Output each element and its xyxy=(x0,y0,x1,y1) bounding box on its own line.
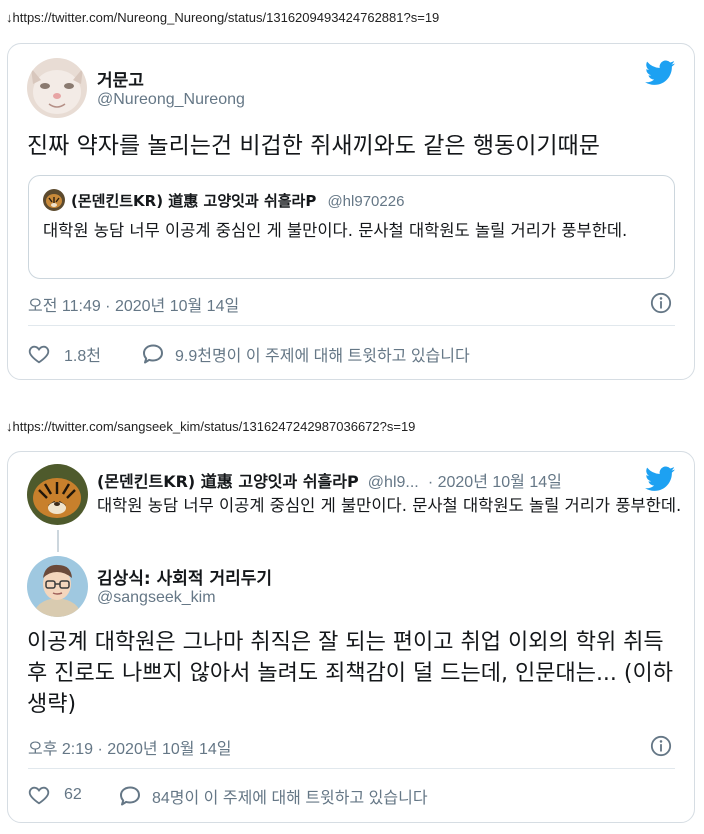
parent-text: 대학원 농담 너무 이공계 중심인 게 불만이다. 문사철 대학원도 놀릴 거리… xyxy=(97,496,682,515)
quoted-avatar xyxy=(43,189,65,211)
heart-icon xyxy=(28,786,50,805)
tweet2-avatar[interactable] xyxy=(27,556,88,617)
speech-bubble-icon xyxy=(143,344,163,364)
tweet2-url[interactable]: ↓https://twitter.com/sangseek_kim/status… xyxy=(6,419,415,434)
tweet2-card[interactable]: (몬덴킨트KR) 道惠 고양잇과 쉬흘라P @hl9... · 2020년 10… xyxy=(7,451,695,823)
parent-avatar[interactable] xyxy=(27,464,88,525)
twitter-bird-icon[interactable] xyxy=(645,60,675,86)
tweet2-divider xyxy=(28,768,675,769)
tweet2-text: 이공계 대학원은 그나마 취직은 잘 되는 편이고 취업 이외의 학위 취득후 … xyxy=(27,630,673,717)
tweet2-conversation-text: 84명이 이 주제에 대해 트윗하고 있습니다 xyxy=(152,790,428,807)
tweet2-like-button[interactable]: 62 xyxy=(28,784,82,806)
tweet1-like-button[interactable]: 1.8천 xyxy=(28,342,101,366)
quoted-author-handle[interactable]: @hl970226 xyxy=(327,193,404,210)
parent-author-handle[interactable]: @hl9... xyxy=(368,474,419,491)
tweet1-url[interactable]: ↓https://twitter.com/Nureong_Nureong/sta… xyxy=(6,10,439,25)
tweet2-timestamp[interactable]: 오후 2:19 · 2020년 10월 14일 xyxy=(28,735,231,759)
tweet1-divider xyxy=(28,325,675,326)
parent-date[interactable]: · 2020년 10월 14일 xyxy=(428,474,562,491)
tweet1-conversation-text: 9.9천명이 이 주제에 대해 트윗하고 있습니다 xyxy=(175,348,470,365)
tweet1-like-count: 1.8천 xyxy=(64,348,101,365)
info-icon[interactable] xyxy=(650,735,672,757)
tweet2-like-count: 62 xyxy=(64,786,82,803)
quoted-text: 대학원 농담 너무 이공계 중심인 게 불만이다. 문사철 대학원도 놀릴 거리… xyxy=(43,221,628,240)
speech-bubble-icon xyxy=(120,786,140,806)
tweet1-card[interactable]: 거문고 @Nureong_Nureong 진짜 약자를 놀리는건 비겁한 쥐새끼… xyxy=(7,43,695,380)
tweet1-author-handle[interactable]: @Nureong_Nureong xyxy=(97,91,245,109)
tweet2-author-handle[interactable]: @sangseek_kim xyxy=(97,589,216,607)
tweet1-author-name[interactable]: 거문고 xyxy=(97,66,144,91)
twitter-bird-icon[interactable] xyxy=(645,466,675,492)
tweet1-text: 진짜 약자를 놀리는건 비겁한 쥐새끼와도 같은 행동이기때문 xyxy=(27,133,600,159)
parent-author-name[interactable]: (몬덴킨트KR) 道惠 고양잇과 쉬흘라P xyxy=(97,472,359,491)
tweet1-timestamp[interactable]: 오전 11:49 · 2020년 10월 14일 xyxy=(28,292,239,316)
quoted-tweet[interactable]: (몬덴킨트KR) 道惠 고양잇과 쉬흘라P @hl970226 대학원 농담 너… xyxy=(28,175,675,279)
thread-line xyxy=(57,530,59,552)
tweet1-avatar[interactable] xyxy=(27,58,87,118)
quoted-author-name[interactable]: (몬덴킨트KR) 道惠 고양잇과 쉬흘라P xyxy=(71,192,316,210)
tweet2-author-name[interactable]: 김상식: 사회적 거리두기 xyxy=(97,564,272,589)
tweet2-conversation-link[interactable]: 84명이 이 주제에 대해 트윗하고 있습니다 xyxy=(118,784,428,808)
tweet1-conversation-link[interactable]: 9.9천명이 이 주제에 대해 트윗하고 있습니다 xyxy=(141,342,470,366)
heart-icon xyxy=(28,345,50,364)
info-icon[interactable] xyxy=(650,292,672,314)
